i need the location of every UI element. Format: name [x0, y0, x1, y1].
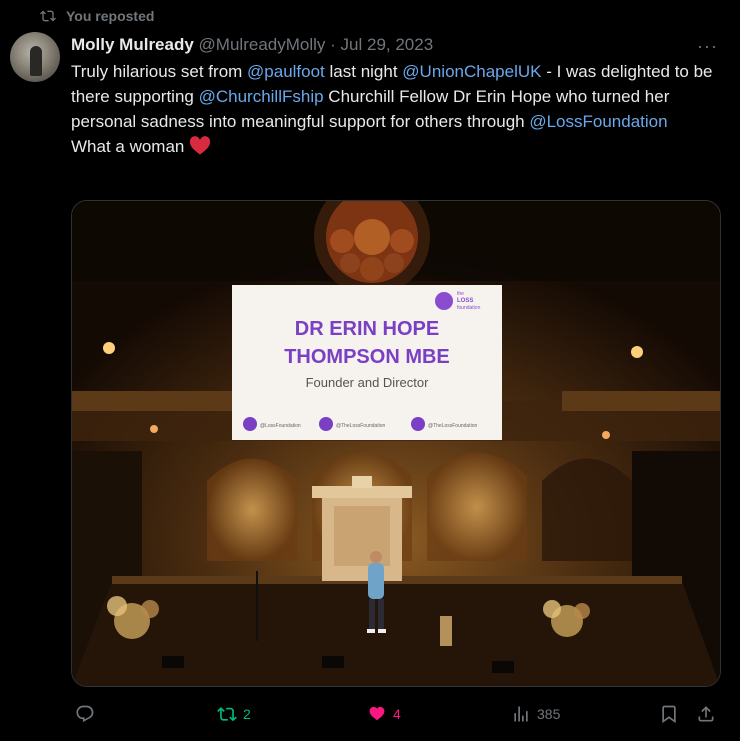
repost-button[interactable]: 2 — [217, 704, 251, 724]
heart-icon — [369, 706, 385, 721]
facebook-logo-icon — [411, 417, 425, 431]
repost-icon — [40, 10, 56, 22]
mention-link[interactable]: @UnionChapelUK — [402, 62, 541, 81]
reply-icon — [76, 705, 94, 723]
photo-media[interactable]: the LOSS foundation DR ERIN HOPE THOMPSO… — [71, 200, 721, 687]
screen-title-1: DR ERIN HOPE — [295, 318, 439, 340]
heart-emoji-icon — [189, 136, 211, 156]
social-handle-2: @TheLossFoundation — [336, 423, 385, 429]
tweet-actions: 2 4 385 — [71, 702, 720, 726]
repost-banner: You reposted — [40, 6, 154, 26]
avatar[interactable] — [10, 32, 60, 82]
repost-count: 2 — [243, 706, 251, 722]
pulpit — [312, 476, 412, 581]
bar-chart-icon — [514, 706, 528, 722]
bookmark-icon — [662, 705, 676, 724]
text-part: last night — [324, 62, 403, 81]
tweet-date[interactable]: Jul 29, 2023 — [341, 35, 434, 54]
logo-line-2: LOSS — [457, 298, 473, 304]
share-icon — [698, 706, 714, 722]
views-count: 385 — [537, 706, 561, 722]
screen-title-2: THOMPSON MBE — [284, 346, 450, 368]
more-options-icon[interactable]: ··· — [697, 36, 718, 57]
twitter-logo-icon — [243, 417, 257, 431]
logo-line-3: foundation — [457, 305, 481, 311]
author-name[interactable]: Molly Mulready — [71, 35, 194, 54]
like-button[interactable]: 4 — [367, 704, 401, 724]
mention-link[interactable]: @ChurchillFship — [199, 87, 324, 106]
text-part: Truly hilarious set from — [71, 62, 248, 81]
author-handle[interactable]: @MulreadyMolly — [199, 35, 326, 54]
repost-banner-label: You reposted — [66, 8, 155, 24]
loss-foundation-logo-icon — [435, 292, 453, 310]
repost-icon — [217, 707, 237, 722]
social-handle-1: @LossFoundation — [260, 423, 301, 429]
reply-button[interactable] — [75, 704, 101, 724]
tweet-text: Truly hilarious set from @paulfoot last … — [71, 59, 721, 159]
mention-link[interactable]: @LossFoundation — [529, 112, 667, 131]
share-button[interactable] — [696, 704, 716, 724]
like-count: 4 — [393, 706, 401, 722]
text-line-2: What a woman — [71, 137, 190, 156]
mention-link[interactable]: @paulfoot — [247, 62, 325, 81]
concert-photo: the LOSS foundation DR ERIN HOPE THOMPSO… — [72, 201, 720, 686]
social-handle-3: @TheLossFoundation — [428, 423, 477, 429]
bookmark-button[interactable] — [659, 704, 679, 724]
header-separator: · — [330, 35, 336, 54]
tweet-header: Molly Mulready @MulreadyMolly · Jul 29, … — [71, 34, 700, 56]
views-button[interactable]: 385 — [511, 704, 560, 724]
logo-line-1: the — [457, 291, 464, 297]
projection-screen: the LOSS foundation DR ERIN HOPE THOMPSO… — [232, 285, 502, 440]
instagram-logo-icon — [319, 417, 333, 431]
screen-subtitle: Founder and Director — [306, 375, 430, 390]
